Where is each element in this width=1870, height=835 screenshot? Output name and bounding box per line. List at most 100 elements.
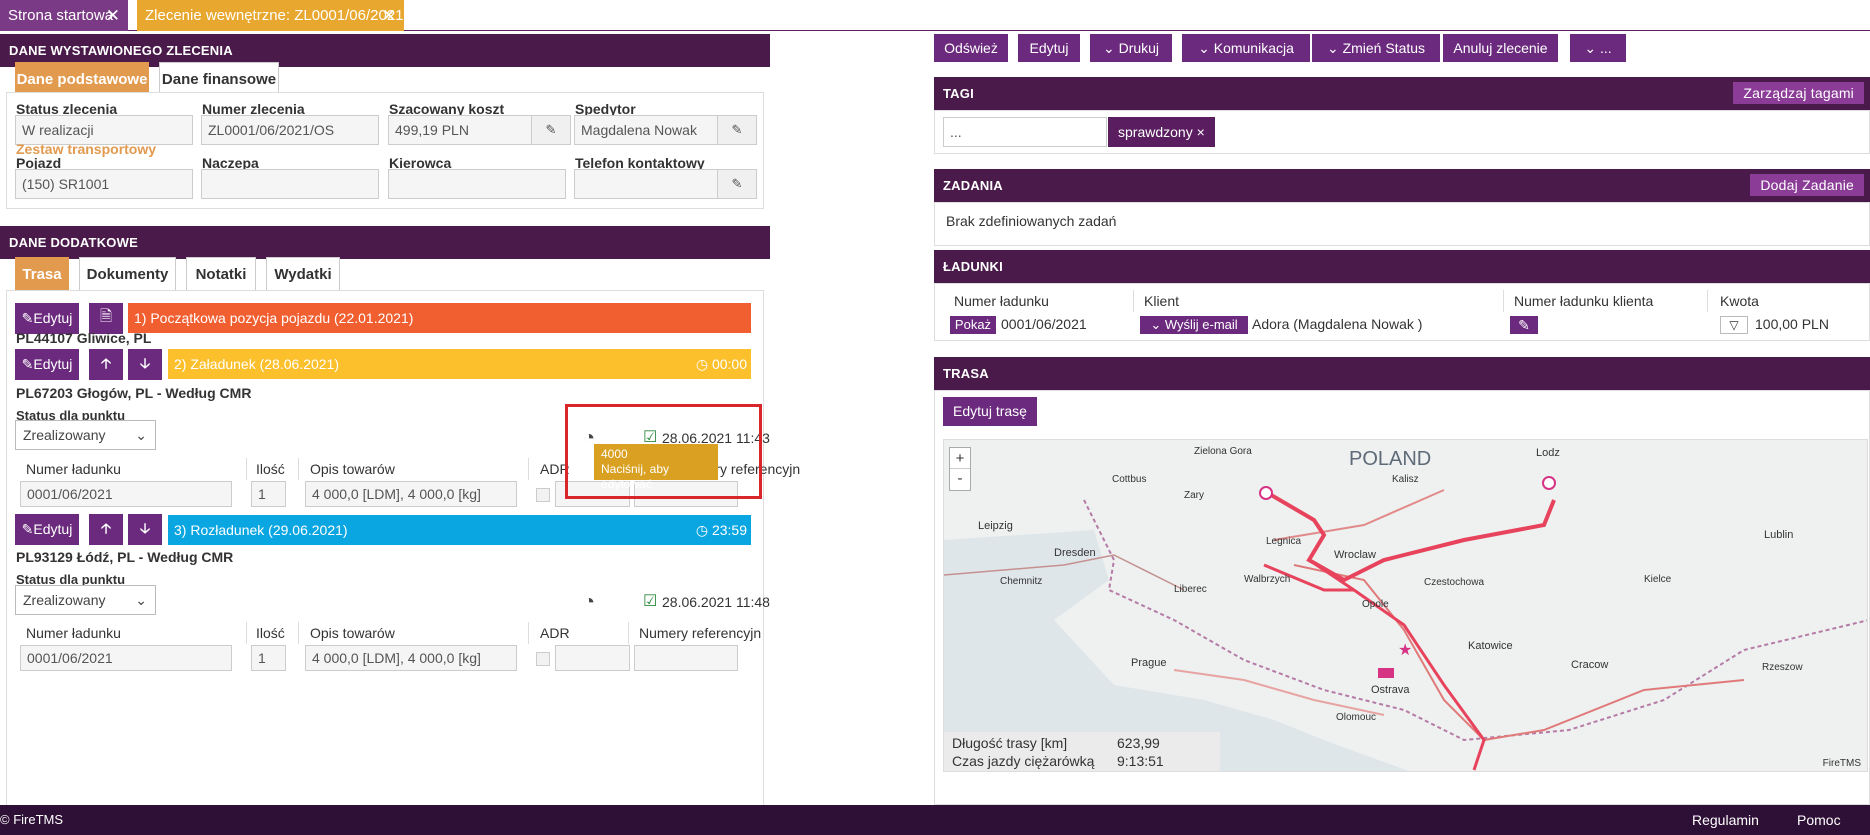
edit-route-button[interactable]: Edytuj trasę (943, 397, 1037, 426)
map-label: Katowice (1468, 640, 1513, 652)
close-icon[interactable]: ✕ (106, 0, 120, 31)
speedometer-icon[interactable]: ◔ (583, 591, 595, 614)
description-header: Opis towarów (310, 461, 395, 477)
tag-chip[interactable]: sprawdzony × (1108, 117, 1215, 147)
add-task-button[interactable]: Dodaj Zadanie (1750, 174, 1864, 196)
edit-cost-button[interactable]: ✎ (531, 115, 571, 145)
trailer-field[interactable] (201, 169, 379, 199)
stop1-place: PL44107 Gliwice, PL (16, 330, 152, 346)
tab-home[interactable]: Strona startowa ✕ (0, 0, 128, 31)
route-map[interactable]: ★ POLAND Lodz Wroclaw Katowice Ostrava C… (943, 439, 1868, 772)
edit-stop2-button[interactable]: ✎Edytuj (15, 349, 79, 380)
route-length-value: 623,99 (1117, 735, 1160, 751)
stop3-adr-field[interactable] (555, 645, 630, 671)
divider (1503, 290, 1504, 312)
amount-toggle[interactable]: ▽ (1720, 316, 1748, 334)
edit-phone-button[interactable]: ✎ (717, 169, 757, 199)
map-label: Zary (1184, 490, 1204, 501)
tab-financial-data[interactable]: Dane finansowe (159, 62, 279, 96)
map-label: Lublin (1764, 529, 1793, 541)
map-label: Legnica (1266, 536, 1301, 547)
stop1-bar: 1) Początkowa pozycja pojazdu (22.01.202… (128, 303, 751, 333)
route-length-label: Długość trasy [km] (952, 735, 1068, 751)
edit-icon: ✎ (545, 122, 557, 137)
terms-link[interactable]: Regulamin (1692, 805, 1759, 835)
stop2-status-select[interactable]: Zrealizowany ⌄ (15, 420, 156, 450)
vehicle-field[interactable]: (150) SR1001 (15, 169, 193, 199)
end-marker (1542, 476, 1556, 490)
stop3-load-number-field[interactable]: 0001/06/2021 (20, 645, 232, 671)
stop3-adr-checkbox[interactable] (536, 652, 550, 666)
move-up-button[interactable]: 🡡 (89, 349, 123, 380)
divider (528, 458, 529, 480)
edit-icon: ✎ (21, 356, 34, 372)
client-header: Klient (1144, 293, 1180, 309)
move-down-button[interactable]: 🡣 (128, 514, 162, 545)
change-status-button[interactable]: ⌄ Zmień Status (1312, 34, 1440, 62)
tab-order[interactable]: Zlecenie wewnętrzne: ZL0001/06/2021... ✕ (137, 0, 404, 31)
more-button[interactable]: ⌄ ... (1570, 34, 1626, 62)
show-load-button[interactable]: Pokaż (950, 316, 996, 334)
help-link[interactable]: Pomoc (1797, 805, 1841, 835)
stop3-reference-field[interactable] (634, 645, 738, 671)
stop3-description-field[interactable]: 4 000,0 [LDM], 4 000,0 [kg] (305, 645, 517, 671)
divider (1133, 290, 1134, 312)
tab-documents[interactable]: Dokumenty (79, 257, 176, 291)
tab-route[interactable]: Trasa (15, 257, 69, 291)
tab-notes[interactable]: Notatki (186, 257, 256, 291)
map-canvas: ★ POLAND Lodz Wroclaw Katowice Ostrava C… (944, 440, 1867, 771)
loads-header: ŁADUNKI (934, 250, 1870, 283)
copyright-icon: © (0, 812, 10, 827)
move-up-button[interactable]: 🡡 (89, 514, 123, 545)
arrow-up-icon: 🡡 (100, 519, 112, 536)
edit-client-load-button[interactable]: ✎ (1510, 316, 1538, 334)
driver-field[interactable] (388, 169, 566, 199)
tab-home-label: Strona startowa (8, 7, 114, 24)
stop3-status-select[interactable]: Zrealizowany ⌄ (15, 585, 156, 615)
chevron-down-icon: ⌄ (135, 592, 147, 608)
move-down-button[interactable]: 🡣 (128, 349, 162, 380)
stop2-status-value: Zrealizowany (23, 427, 106, 443)
star-marker: ★ (1398, 642, 1412, 659)
stop3-date: 28.06.2021 11:48 (662, 594, 770, 610)
route-header: TRASA (934, 357, 1870, 390)
stop2-time: 00:00 (711, 356, 747, 372)
close-icon[interactable]: ✕ (382, 0, 396, 31)
extra-header: DANE DODATKOWE (0, 226, 770, 259)
stop3-place: PL93129 Łódź, PL - Według CMR (16, 549, 234, 565)
truck-marker (1378, 668, 1394, 678)
clock-icon: ◷ (695, 356, 709, 372)
divider (528, 622, 529, 644)
order-number-field[interactable]: ZL0001/06/2021/OS (201, 115, 379, 145)
edit-order-button[interactable]: Edytuj (1018, 34, 1080, 62)
load-number-value: 0001/06/2021 (1001, 316, 1087, 332)
cancel-order-button[interactable]: Anuluj zlecenie (1443, 34, 1558, 62)
refresh-button[interactable]: Odśwież (934, 34, 1008, 62)
phone-field[interactable] (574, 169, 718, 199)
drive-time-label: Czas jazdy ciężarówką (952, 753, 1095, 769)
map-label: Ostrava (1371, 684, 1410, 696)
print-button[interactable]: ⌄ Drukuj (1090, 34, 1172, 62)
forwarder-field[interactable]: Magdalena Nowak (574, 115, 718, 145)
tab-basic-data[interactable]: Dane podstawowe (15, 62, 149, 96)
tag-input[interactable]: ... (943, 117, 1107, 147)
tab-expenses[interactable]: Wydatki (266, 257, 340, 291)
map-label: Chemnitz (1000, 576, 1042, 587)
cost-field[interactable]: 499,19 PLN (388, 115, 532, 145)
stop2-quantity-field[interactable]: 1 (251, 481, 286, 507)
quantity-header: Ilość (256, 461, 285, 477)
edit-stop3-button[interactable]: ✎Edytuj (15, 514, 79, 545)
stop2-description-field[interactable]: 4 000,0 [LDM], 4 000,0 [kg] (305, 481, 517, 507)
map-label: Liberec (1174, 584, 1207, 595)
zoom-out-button[interactable]: - (950, 469, 970, 490)
stop3-quantity-field[interactable]: 1 (251, 645, 286, 671)
edit-icon: ✎ (731, 176, 743, 191)
edit-forwarder-button[interactable]: ✎ (717, 115, 757, 145)
stop2-load-number-field[interactable]: 0001/06/2021 (20, 481, 232, 507)
stop2-adr-checkbox[interactable] (536, 488, 550, 502)
manage-tags-button[interactable]: Zarządzaj tagami (1733, 82, 1864, 104)
send-email-button[interactable]: ⌄ Wyślij e-mail (1140, 316, 1248, 334)
zoom-in-button[interactable]: + (950, 448, 970, 469)
communication-button[interactable]: ⌄ Komunikacja (1182, 34, 1310, 62)
map-label: Prague (1131, 657, 1166, 669)
